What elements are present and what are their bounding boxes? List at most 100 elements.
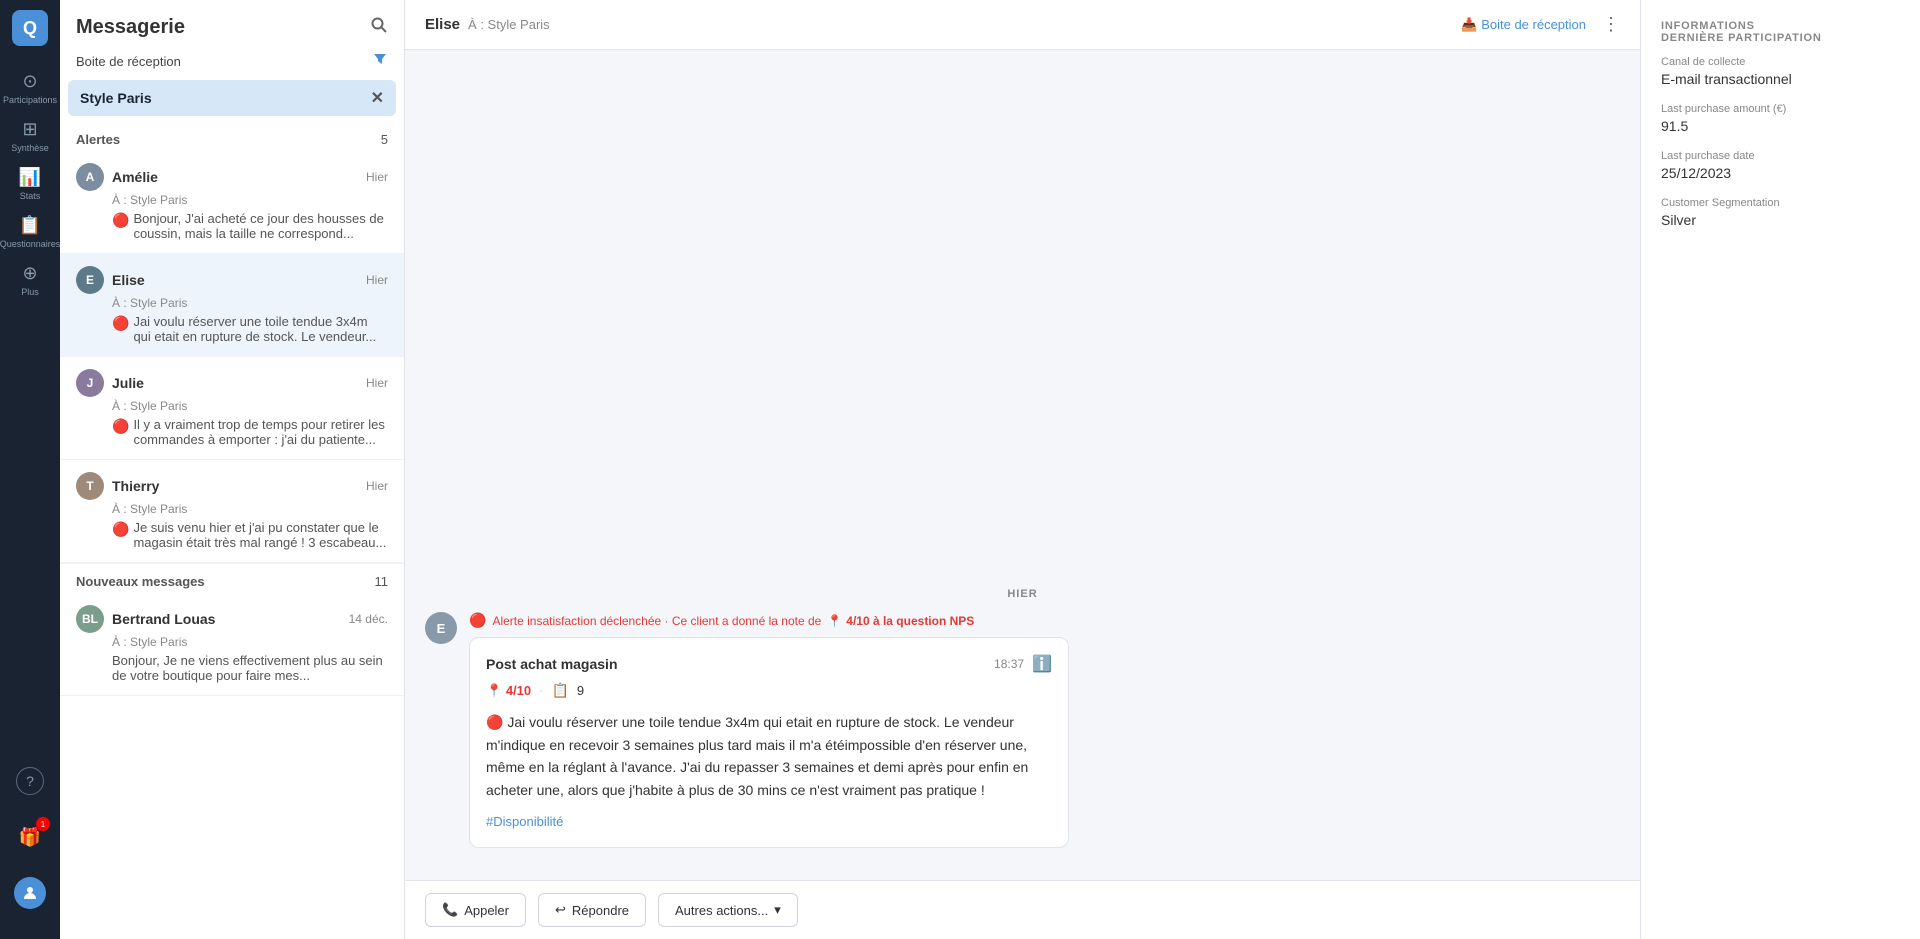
sidebar-title: Messagerie	[76, 16, 185, 39]
gifts-badge: 1	[36, 817, 50, 831]
alert-dot: 🔴	[112, 521, 129, 538]
avatar-bertrand: BL	[76, 605, 104, 633]
msg-date-thierry: Hier	[366, 479, 388, 493]
avatar-elise: E	[76, 266, 104, 294]
conversation-item-thierry[interactable]: T Thierry Hier À : Style Paris 🔴 Je suis…	[60, 460, 404, 563]
right-panel: INFORMATIONS DERNIÈRE PARTICIPATION Cana…	[1640, 0, 1920, 939]
chat-header: Elise À : Style Paris 📥 Boite de récepti…	[405, 0, 1640, 50]
panel-field-canal: Canal de collecte E-mail transactionnel	[1661, 56, 1900, 87]
alert-dot: 🔴	[112, 315, 129, 332]
alerts-count: 5	[381, 132, 388, 147]
alert-dot: 🔴	[112, 212, 129, 229]
phone-icon: 📞	[442, 902, 458, 918]
sidebar-item-stats[interactable]: 📊 Stats	[8, 162, 52, 206]
help-button[interactable]: ?	[8, 759, 52, 803]
call-button[interactable]: 📞 Appeler	[425, 893, 526, 927]
main-chat: Elise À : Style Paris 📥 Boite de récepti…	[405, 0, 1640, 939]
plus-label: Plus	[21, 287, 39, 297]
user-avatar	[14, 877, 46, 909]
card-score: 📍 4/10	[486, 683, 531, 699]
gifts-button[interactable]: 🎁 1	[8, 815, 52, 859]
inbox-icon: 📥	[1461, 17, 1477, 33]
sidebar-item-participations[interactable]: ⊙ Participations	[8, 66, 52, 110]
card-tag: #Disponibilité	[486, 813, 1052, 831]
reply-icon: ↩	[555, 902, 566, 918]
questionnaires-label: Questionnaires	[0, 239, 60, 249]
new-messages-title: Nouveaux messages	[76, 574, 205, 589]
conversation-item-elise[interactable]: E Elise Hier À : Style Paris 🔴 Jai voulu…	[60, 254, 404, 357]
alerts-section-header: Alertes 5	[60, 124, 404, 151]
info-icon[interactable]: ℹ️	[1032, 654, 1052, 674]
new-messages-count: 11	[375, 574, 389, 589]
stop-icon: 🔴	[486, 714, 507, 730]
panel-field-purchase-date: Last purchase date 25/12/2023	[1661, 150, 1900, 181]
alerts-section-title: Alertes	[76, 132, 120, 147]
msg-name-elise: Elise	[112, 272, 145, 288]
msg-to-elise: À : Style Paris	[76, 296, 388, 310]
msg-name-bertrand: Bertrand Louas	[112, 611, 215, 627]
filter-icon[interactable]	[372, 51, 388, 72]
gift-icon: 🎁	[19, 827, 41, 848]
alert-score: 📍 4/10 à la question NPS	[827, 614, 974, 628]
questionnaires-icon: 📋	[19, 215, 41, 236]
active-filter-close[interactable]: ✕	[371, 88, 384, 108]
msg-date-julie: Hier	[366, 376, 388, 390]
sidebar-item-questionnaires[interactable]: 📋 Questionnaires	[8, 210, 52, 254]
elise-avatar: E	[425, 612, 457, 644]
views-count: 9	[577, 683, 584, 698]
alert-bar: 🔴 Alerte insatisfaction déclenchée · Ce …	[469, 612, 1620, 629]
stats-icon: 📊	[19, 167, 41, 188]
chat-body: HIER E 🔴 Alerte insatisfaction déclenché…	[405, 50, 1640, 880]
chat-message-row: E 🔴 Alerte insatisfaction déclenchée · C…	[425, 612, 1620, 848]
score-pin-icon: 📍	[827, 614, 842, 628]
score-divider: ·	[539, 683, 543, 698]
avatar-thierry: T	[76, 472, 104, 500]
new-messages-header: Nouveaux messages 11	[60, 563, 404, 593]
msg-to-thierry: À : Style Paris	[76, 502, 388, 516]
active-filter: Style Paris ✕	[68, 80, 396, 116]
inbox-link[interactable]: 📥 Boite de réception	[1461, 17, 1586, 33]
msg-preview-julie: 🔴 Il y a vraiment trop de temps pour ret…	[76, 417, 388, 447]
stats-label: Stats	[20, 191, 41, 201]
card-title: Post achat magasin	[486, 656, 618, 672]
message-list: A Amélie Hier À : Style Paris 🔴 Bonjour,…	[60, 151, 404, 939]
filter-row: Boite de réception	[60, 47, 404, 80]
active-filter-label: Style Paris	[80, 90, 152, 106]
conversation-item-bertrand[interactable]: BL Bertrand Louas 14 déc. À : Style Pari…	[60, 593, 404, 696]
sidebar-item-synthese[interactable]: ⊞ Synthèse	[8, 114, 52, 158]
search-icon[interactable]	[370, 16, 388, 39]
msg-name-amelie: Amélie	[112, 169, 158, 185]
avatar-amelie: A	[76, 163, 104, 191]
msg-name-thierry: Thierry	[112, 478, 159, 494]
participations-icon: ⊙	[22, 71, 37, 92]
msg-date-amelie: Hier	[366, 170, 388, 184]
card-body: 🔴 Jai voulu réserver une toile tendue 3x…	[486, 711, 1052, 801]
conversation-item-amelie[interactable]: A Amélie Hier À : Style Paris 🔴 Bonjour,…	[60, 151, 404, 254]
more-menu-icon[interactable]: ⋮	[1602, 14, 1620, 35]
sidebar-item-plus[interactable]: ⊕ Plus	[8, 258, 52, 302]
msg-to-bertrand: À : Style Paris	[76, 635, 388, 649]
reply-button[interactable]: ↩ Répondre	[538, 893, 646, 927]
panel-field-purchase-amount: Last purchase amount (€) 91.5	[1661, 103, 1900, 134]
panel-field-segmentation: Customer Segmentation Silver	[1661, 197, 1900, 228]
filter-label[interactable]: Boite de réception	[76, 54, 181, 69]
participations-label: Participations	[3, 95, 57, 105]
alert-dot: 🔴	[112, 418, 129, 435]
dropdown-arrow-icon: ▾	[774, 902, 781, 918]
other-actions-button[interactable]: Autres actions... ▾	[658, 893, 798, 927]
help-icon: ?	[16, 767, 44, 795]
synthese-label: Synthèse	[11, 143, 49, 153]
left-nav: Q ⊙ Participations ⊞ Synthèse 📊 Stats 📋 …	[0, 0, 60, 939]
chat-sender: Elise	[425, 16, 460, 33]
msg-preview-amelie: 🔴 Bonjour, J'ai acheté ce jour des houss…	[76, 211, 388, 241]
message-card: Post achat magasin 18:37 ℹ️ 📍 4/10 · 📋	[469, 637, 1069, 848]
conversation-item-julie[interactable]: J Julie Hier À : Style Paris 🔴 Il y a vr…	[60, 357, 404, 460]
alert-fire-icon: 🔴	[469, 612, 486, 629]
survey-icon: 📋	[551, 682, 568, 699]
app-logo[interactable]: Q	[12, 10, 48, 46]
avatar-julie: J	[76, 369, 104, 397]
plus-nav-icon: ⊕	[22, 263, 37, 284]
msg-date-elise: Hier	[366, 273, 388, 287]
user-avatar-nav[interactable]	[8, 871, 52, 915]
synthese-icon: ⊞	[22, 119, 37, 140]
